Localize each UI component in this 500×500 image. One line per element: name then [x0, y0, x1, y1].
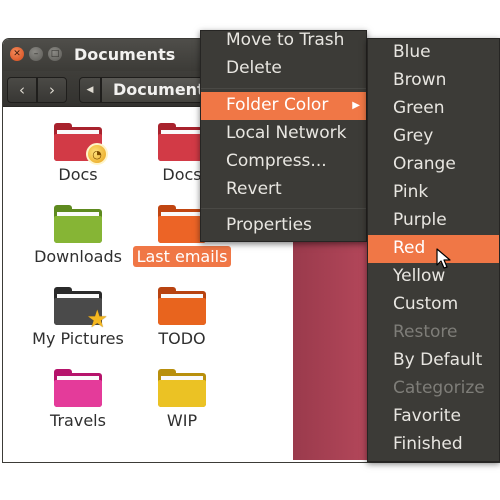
menu-item-folder-color[interactable]: Folder Color ▶	[201, 92, 366, 120]
emblem-option-finished[interactable]: Finished	[368, 431, 499, 459]
color-option-purple[interactable]: Purple	[368, 207, 499, 235]
maximize-button[interactable]: □	[48, 47, 62, 61]
color-option-red[interactable]: Red	[368, 235, 499, 263]
file-name: Docs	[162, 165, 202, 184]
folder-icon	[158, 205, 206, 243]
menu-item-revert[interactable]: Revert	[201, 176, 366, 204]
color-option-green[interactable]: Green	[368, 95, 499, 123]
menu-item-label: Folder Color	[226, 95, 329, 115]
minimize-icon: –	[33, 48, 39, 59]
file-item-docs[interactable]: ◔ Docs	[23, 123, 133, 185]
close-button[interactable]: ✕	[10, 47, 24, 61]
context-menu: Move to Trash Delete Folder Color ▶ Loca…	[200, 30, 367, 242]
emblem-header-categorize: Categorize	[393, 378, 485, 398]
menu-item-move-to-trash[interactable]: Move to Trash	[201, 27, 366, 55]
chevron-left-icon: ‹	[19, 81, 25, 99]
menu-item-delete[interactable]: Delete	[201, 55, 366, 83]
emblem-option-favorite[interactable]: Favorite	[368, 403, 499, 431]
close-icon: ✕	[13, 48, 21, 59]
file-name: Downloads	[34, 247, 122, 266]
file-name: Docs	[58, 165, 98, 184]
menu-separator	[201, 88, 366, 89]
color-option-blue[interactable]: Blue	[368, 39, 499, 67]
color-option-orange[interactable]: Orange	[368, 151, 499, 179]
triangle-left-icon: ◀	[86, 85, 94, 95]
emblem-option-by-default[interactable]: By Default	[368, 347, 499, 375]
menu-separator	[201, 208, 366, 209]
folder-icon: ◔	[54, 123, 108, 165]
forward-button[interactable]: ›	[37, 77, 67, 103]
menu-item-compress[interactable]: Compress...	[201, 148, 366, 176]
file-name: Last emails	[132, 246, 232, 267]
color-option-brown[interactable]: Brown	[368, 67, 499, 95]
submenu-arrow-icon: ▶	[352, 100, 360, 111]
file-item-downloads[interactable]: Downloads	[23, 205, 133, 267]
menu-item-properties[interactable]: Properties	[201, 212, 366, 240]
folder-icon	[158, 123, 206, 161]
mouse-pointer-icon	[436, 248, 451, 269]
folder-icon	[54, 205, 102, 243]
folder-icon	[54, 369, 102, 407]
file-item-wip[interactable]: WIP	[127, 369, 237, 431]
file-item-travels[interactable]: Travels	[23, 369, 133, 431]
window-title: Documents	[74, 45, 176, 64]
color-option-custom[interactable]: Custom	[368, 291, 499, 319]
file-name: My Pictures	[32, 329, 124, 348]
file-name: TODO	[158, 329, 206, 348]
color-option-grey[interactable]: Grey	[368, 123, 499, 151]
clock-emblem-icon: ◔	[86, 143, 108, 165]
folder-icon: ★	[54, 287, 108, 331]
file-item-todo[interactable]: TODO	[127, 287, 237, 349]
color-option-restore: Restore	[393, 322, 458, 342]
chevron-right-icon: ›	[49, 81, 55, 99]
path-history-button[interactable]: ◀	[79, 77, 101, 103]
file-name: WIP	[166, 411, 198, 430]
back-button[interactable]: ‹	[7, 77, 37, 103]
star-emblem-icon: ★	[86, 305, 108, 333]
file-item-my-pictures[interactable]: ★ My Pictures	[23, 287, 133, 349]
folder-icon	[158, 287, 206, 325]
maximize-icon: □	[50, 48, 60, 59]
menu-item-local-network[interactable]: Local Network	[201, 120, 366, 148]
file-name: Travels	[50, 411, 106, 430]
color-option-pink[interactable]: Pink	[368, 179, 499, 207]
folder-icon	[158, 369, 206, 407]
folder-color-submenu: Blue Brown Green Grey Orange Pink Purple…	[367, 38, 500, 462]
color-option-yellow[interactable]: Yellow	[368, 263, 499, 291]
minimize-button[interactable]: –	[29, 47, 43, 61]
